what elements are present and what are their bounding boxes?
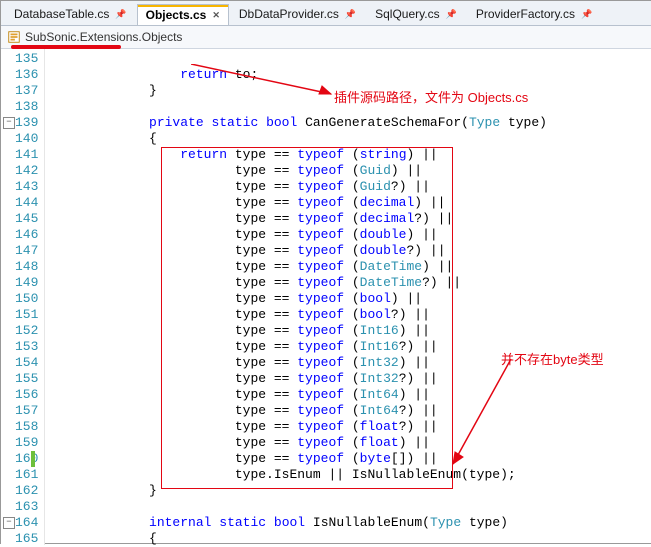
line-number: 157	[15, 403, 38, 419]
code-line[interactable]	[55, 499, 651, 515]
line-number: 156	[15, 387, 38, 403]
annotation-path: 插件源码路径，文件为 Objects.cs	[334, 87, 528, 106]
namespace-icon	[7, 30, 21, 44]
close-icon[interactable]: ✕	[212, 10, 220, 21]
change-marker	[31, 451, 35, 467]
code-line[interactable]: type == typeof (DateTime) ||	[55, 259, 651, 275]
line-number: 161	[15, 467, 38, 483]
line-number: 148	[15, 259, 38, 275]
line-number: 152	[15, 323, 38, 339]
tab-databasetable-cs[interactable]: DatabaseTable.cs📌	[5, 3, 136, 25]
pin-icon[interactable]: 📌	[345, 9, 356, 20]
line-number: 153	[15, 339, 38, 355]
fold-icon[interactable]: −	[3, 517, 15, 529]
code-line[interactable]: return type == typeof (string) ||	[55, 147, 651, 163]
code-line[interactable]: type == typeof (Int64?) ||	[55, 403, 651, 419]
line-number: 146	[15, 227, 38, 243]
tab-sqlquery-cs[interactable]: SqlQuery.cs📌	[366, 3, 466, 25]
code-line[interactable]: type == typeof (decimal?) ||	[55, 211, 651, 227]
line-number: 137	[15, 83, 38, 99]
tab-providerfactory-cs[interactable]: ProviderFactory.cs📌	[467, 3, 601, 25]
line-number: 165	[15, 531, 38, 547]
tab-dbdataprovider-cs[interactable]: DbDataProvider.cs📌	[230, 3, 365, 25]
line-number: 138	[15, 99, 38, 115]
line-number: 143	[15, 179, 38, 195]
tab-objects-cs[interactable]: Objects.cs✕	[137, 4, 229, 26]
line-number: 140	[15, 131, 38, 147]
pin-icon[interactable]: 📌	[581, 9, 592, 20]
breadcrumb-bar: SubSonic.Extensions.Objects	[1, 26, 651, 49]
breadcrumb-text[interactable]: SubSonic.Extensions.Objects	[25, 30, 182, 44]
line-number: 155	[15, 371, 38, 387]
code-line[interactable]: return to;	[55, 67, 651, 83]
pin-icon[interactable]: 📌	[446, 9, 457, 20]
code-line[interactable]: {	[55, 531, 651, 547]
code-line[interactable]: type == typeof (DateTime?) ||	[55, 275, 651, 291]
line-number: 141	[15, 147, 38, 163]
code-line[interactable]: }	[55, 483, 651, 499]
line-number: 142	[15, 163, 38, 179]
line-gutter: 1351361371381391401411421431441451461471…	[1, 49, 45, 545]
code-line[interactable]: type == typeof (Int32?) ||	[55, 371, 651, 387]
code-editor[interactable]: 1351361371381391401411421431441451461471…	[1, 49, 651, 545]
code-line[interactable]: {	[55, 131, 651, 147]
code-line[interactable]: type == typeof (decimal) ||	[55, 195, 651, 211]
code-line[interactable]	[55, 51, 651, 67]
line-number: 159	[15, 435, 38, 451]
line-number: 151	[15, 307, 38, 323]
line-number: 147	[15, 243, 38, 259]
line-number: 158	[15, 419, 38, 435]
code-line[interactable]: type == typeof (byte[]) ||	[55, 451, 651, 467]
line-number: 164	[15, 515, 38, 531]
line-number: 150	[15, 291, 38, 307]
line-number: 135	[15, 51, 38, 67]
line-number: 145	[15, 211, 38, 227]
code-line[interactable]: type == typeof (bool) ||	[55, 291, 651, 307]
code-line[interactable]: type == typeof (bool?) ||	[55, 307, 651, 323]
tab-bar: DatabaseTable.cs📌Objects.cs✕DbDataProvid…	[1, 1, 651, 26]
line-number: 154	[15, 355, 38, 371]
line-number: 144	[15, 195, 38, 211]
line-number: 136	[15, 67, 38, 83]
fold-icon[interactable]: −	[3, 117, 15, 129]
code-line[interactable]: type == typeof (Int16) ||	[55, 323, 651, 339]
code-line[interactable]: type == typeof (Guid) ||	[55, 163, 651, 179]
code-line[interactable]: private static bool CanGenerateSchemaFor…	[55, 115, 651, 131]
code-line[interactable]: type == typeof (float?) ||	[55, 419, 651, 435]
line-number: 149	[15, 275, 38, 291]
pin-icon[interactable]: 📌	[115, 9, 126, 20]
code-line[interactable]: type == typeof (Int64) ||	[55, 387, 651, 403]
line-number: 139	[15, 115, 38, 131]
code-line[interactable]: type == typeof (double) ||	[55, 227, 651, 243]
code-line[interactable]: internal static bool IsNullableEnum(Type…	[55, 515, 651, 531]
code-line[interactable]: type.IsEnum || IsNullableEnum(type);	[55, 467, 651, 483]
code-line[interactable]: type == typeof (Guid?) ||	[55, 179, 651, 195]
arrow-to-byte	[451, 359, 561, 469]
code-line[interactable]: type == typeof (double?) ||	[55, 243, 651, 259]
code-line[interactable]: type == typeof (float) ||	[55, 435, 651, 451]
line-number: 162	[15, 483, 38, 499]
arrow-to-path	[191, 64, 341, 104]
code-area[interactable]: return to; } private static bool CanGene…	[45, 49, 651, 545]
line-number: 163	[15, 499, 38, 515]
